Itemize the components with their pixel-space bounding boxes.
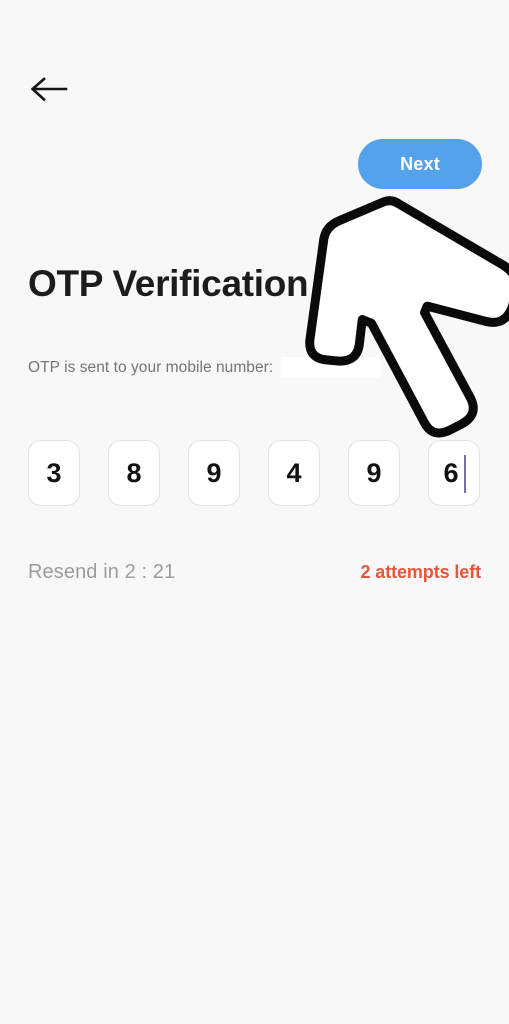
otp-cell-3[interactable]: 9: [188, 440, 240, 506]
otp-digit-5: 9: [366, 457, 382, 488]
otp-cell-1[interactable]: 3: [28, 440, 80, 506]
otp-destination-label: OTP is sent to your mobile number:: [28, 358, 274, 376]
next-button[interactable]: Next: [358, 139, 482, 189]
resend-timer-label[interactable]: Resend in 2 : 21: [28, 561, 175, 584]
otp-verification-screen: Next OTP Verification OTP is sent to you…: [0, 0, 509, 1024]
otp-digit-6: 6: [443, 457, 459, 488]
otp-digit-3: 9: [206, 457, 222, 488]
otp-input-group[interactable]: 3 8 9 4 9 6: [28, 440, 480, 506]
otp-destination-row: OTP is sent to your mobile number:: [28, 357, 382, 378]
otp-cell-6[interactable]: 6: [428, 440, 480, 506]
otp-cell-5[interactable]: 9: [348, 440, 400, 506]
otp-footer: Resend in 2 : 21 2 attempts left: [28, 561, 481, 584]
otp-cell-4[interactable]: 4: [268, 440, 320, 506]
otp-digit-4: 4: [286, 457, 302, 488]
otp-cell-2[interactable]: 8: [108, 440, 160, 506]
attempts-left-label: 2 attempts left: [360, 562, 481, 582]
text-caret: [463, 455, 466, 493]
phone-number-redaction: [281, 357, 382, 378]
otp-digit-1: 3: [46, 457, 62, 488]
arrow-left-icon: [29, 76, 69, 102]
back-button[interactable]: [22, 64, 76, 114]
otp-digit-2: 8: [126, 457, 142, 488]
page-title: OTP Verification: [28, 263, 309, 304]
